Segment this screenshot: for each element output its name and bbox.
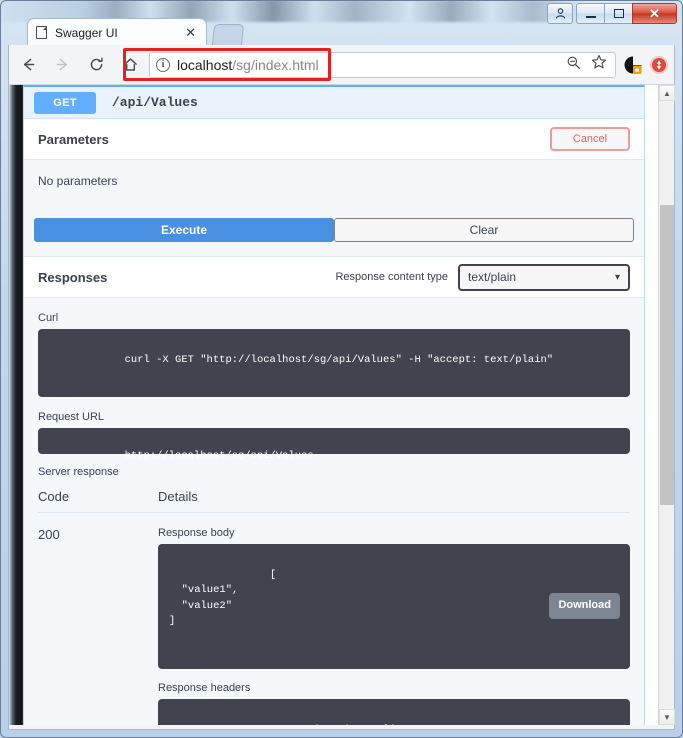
reload-button[interactable] (81, 50, 111, 80)
info-icon[interactable]: i (156, 57, 170, 72)
responses-header: Responses Response content type text/pla… (24, 256, 644, 298)
adblock-extension-icon[interactable] (622, 54, 644, 76)
response-headers-box[interactable]: connection: keep-alive content-type: app… (158, 698, 630, 725)
curl-label: Curl (38, 312, 59, 324)
tab-swagger-ui[interactable]: Swagger UI ✕ (27, 18, 207, 46)
column-header-code: Code (38, 489, 70, 504)
opera-vpn-extension-icon[interactable] (648, 54, 670, 76)
page-scrollbar[interactable]: ▲ ▼ (658, 85, 675, 725)
response-body-box[interactable]: [ "value1", "value2" ] Download (158, 544, 630, 669)
response-body-label: Response body (158, 527, 235, 539)
http-method-badge: GET (34, 91, 96, 114)
cancel-button[interactable]: Cancel (550, 127, 630, 151)
response-table-header: Code Details (38, 483, 630, 513)
operation-block: GET /api/Values Parameters Cancel No par… (23, 85, 645, 725)
arrow-left-icon (23, 58, 34, 71)
address-bar-actions (566, 54, 609, 75)
response-content-type-label: Response content type (335, 271, 448, 283)
back-button[interactable] (13, 50, 43, 80)
swagger-ui-page: GET /api/Values Parameters Cancel No par… (9, 85, 659, 725)
tab-title: Swagger UI (55, 25, 118, 40)
server-response-label: Server response (38, 466, 630, 478)
parameters-body: No parameters (24, 160, 644, 188)
scroll-up-arrow[interactable]: ▲ (659, 85, 675, 101)
reload-icon (90, 57, 103, 71)
arrow-right-icon (56, 58, 67, 71)
request-url-box[interactable]: http://localhost/sg/api/Values (38, 428, 630, 462)
page-left-edge (9, 85, 23, 725)
url-path: /sg/index.html (232, 56, 319, 73)
bookmark-star-icon[interactable] (591, 54, 607, 75)
url-text: localhost/sg/index.html (177, 57, 319, 73)
download-button[interactable]: Download (549, 593, 620, 620)
scrollbar-thumb[interactable] (660, 205, 674, 505)
scroll-down-arrow[interactable]: ▼ (659, 709, 675, 725)
no-parameters-text: No parameters (38, 174, 118, 188)
zoom-out-icon[interactable] (566, 55, 581, 75)
operation-path: /api/Values (112, 95, 198, 110)
chevron-down-icon: ▾ (614, 271, 620, 283)
response-body-text: [ "value1", "value2" ] (169, 569, 277, 627)
column-header-details: Details (158, 489, 198, 504)
close-icon[interactable]: ✕ (183, 26, 198, 39)
address-bar-container: i localhost/sg/index.html (149, 51, 616, 78)
new-tab-button[interactable] (211, 24, 245, 46)
response-details: Response body [ "value1", "value2" ] Dow… (158, 527, 630, 725)
parameters-title: Parameters (38, 131, 109, 147)
operation-summary[interactable]: GET /api/Values (24, 87, 644, 119)
home-icon (123, 58, 137, 71)
page-viewport: GET /api/Values Parameters Cancel No par… (8, 85, 675, 725)
response-content-type-select[interactable]: text/plain ▾ (458, 263, 630, 291)
selected-content-type: text/plain (468, 270, 517, 284)
responses-title: Responses (38, 269, 108, 285)
tab-strip: Swagger UI ✕ (0, 16, 683, 46)
parameters-header: Parameters Cancel (24, 119, 644, 160)
execute-button[interactable]: Execute (34, 218, 334, 242)
table-row: 200 Response body [ "value1", "value2" ]… (38, 513, 630, 725)
page-icon (36, 26, 47, 39)
response-code: 200 (38, 527, 60, 542)
curl-command-text: curl -X GET "http://localhost/sg/api/Val… (124, 354, 554, 367)
browser-toolbar: i localhost/sg/index.html (8, 45, 675, 85)
clear-button[interactable]: Clear (334, 218, 634, 242)
window-bottom-edge (8, 725, 675, 730)
address-bar[interactable]: i localhost/sg/index.html (149, 51, 616, 78)
url-host: localhost (177, 56, 233, 73)
response-headers-label: Response headers (158, 681, 251, 694)
browser-window: ✕ Swagger UI ✕ i localhost/sg/index.html… (0, 0, 683, 738)
request-url-text: http://localhost/sg/api/Values (124, 450, 314, 463)
responses-body: Curl curl -X GET "http://localhost/sg/ap… (24, 298, 644, 725)
forward-button[interactable] (47, 50, 77, 80)
home-button[interactable] (115, 50, 145, 80)
request-url-label: Request URL (38, 411, 105, 423)
curl-command-box[interactable]: curl -X GET "http://localhost/sg/api/Val… (38, 329, 630, 397)
action-button-row: Execute Clear (24, 218, 644, 256)
